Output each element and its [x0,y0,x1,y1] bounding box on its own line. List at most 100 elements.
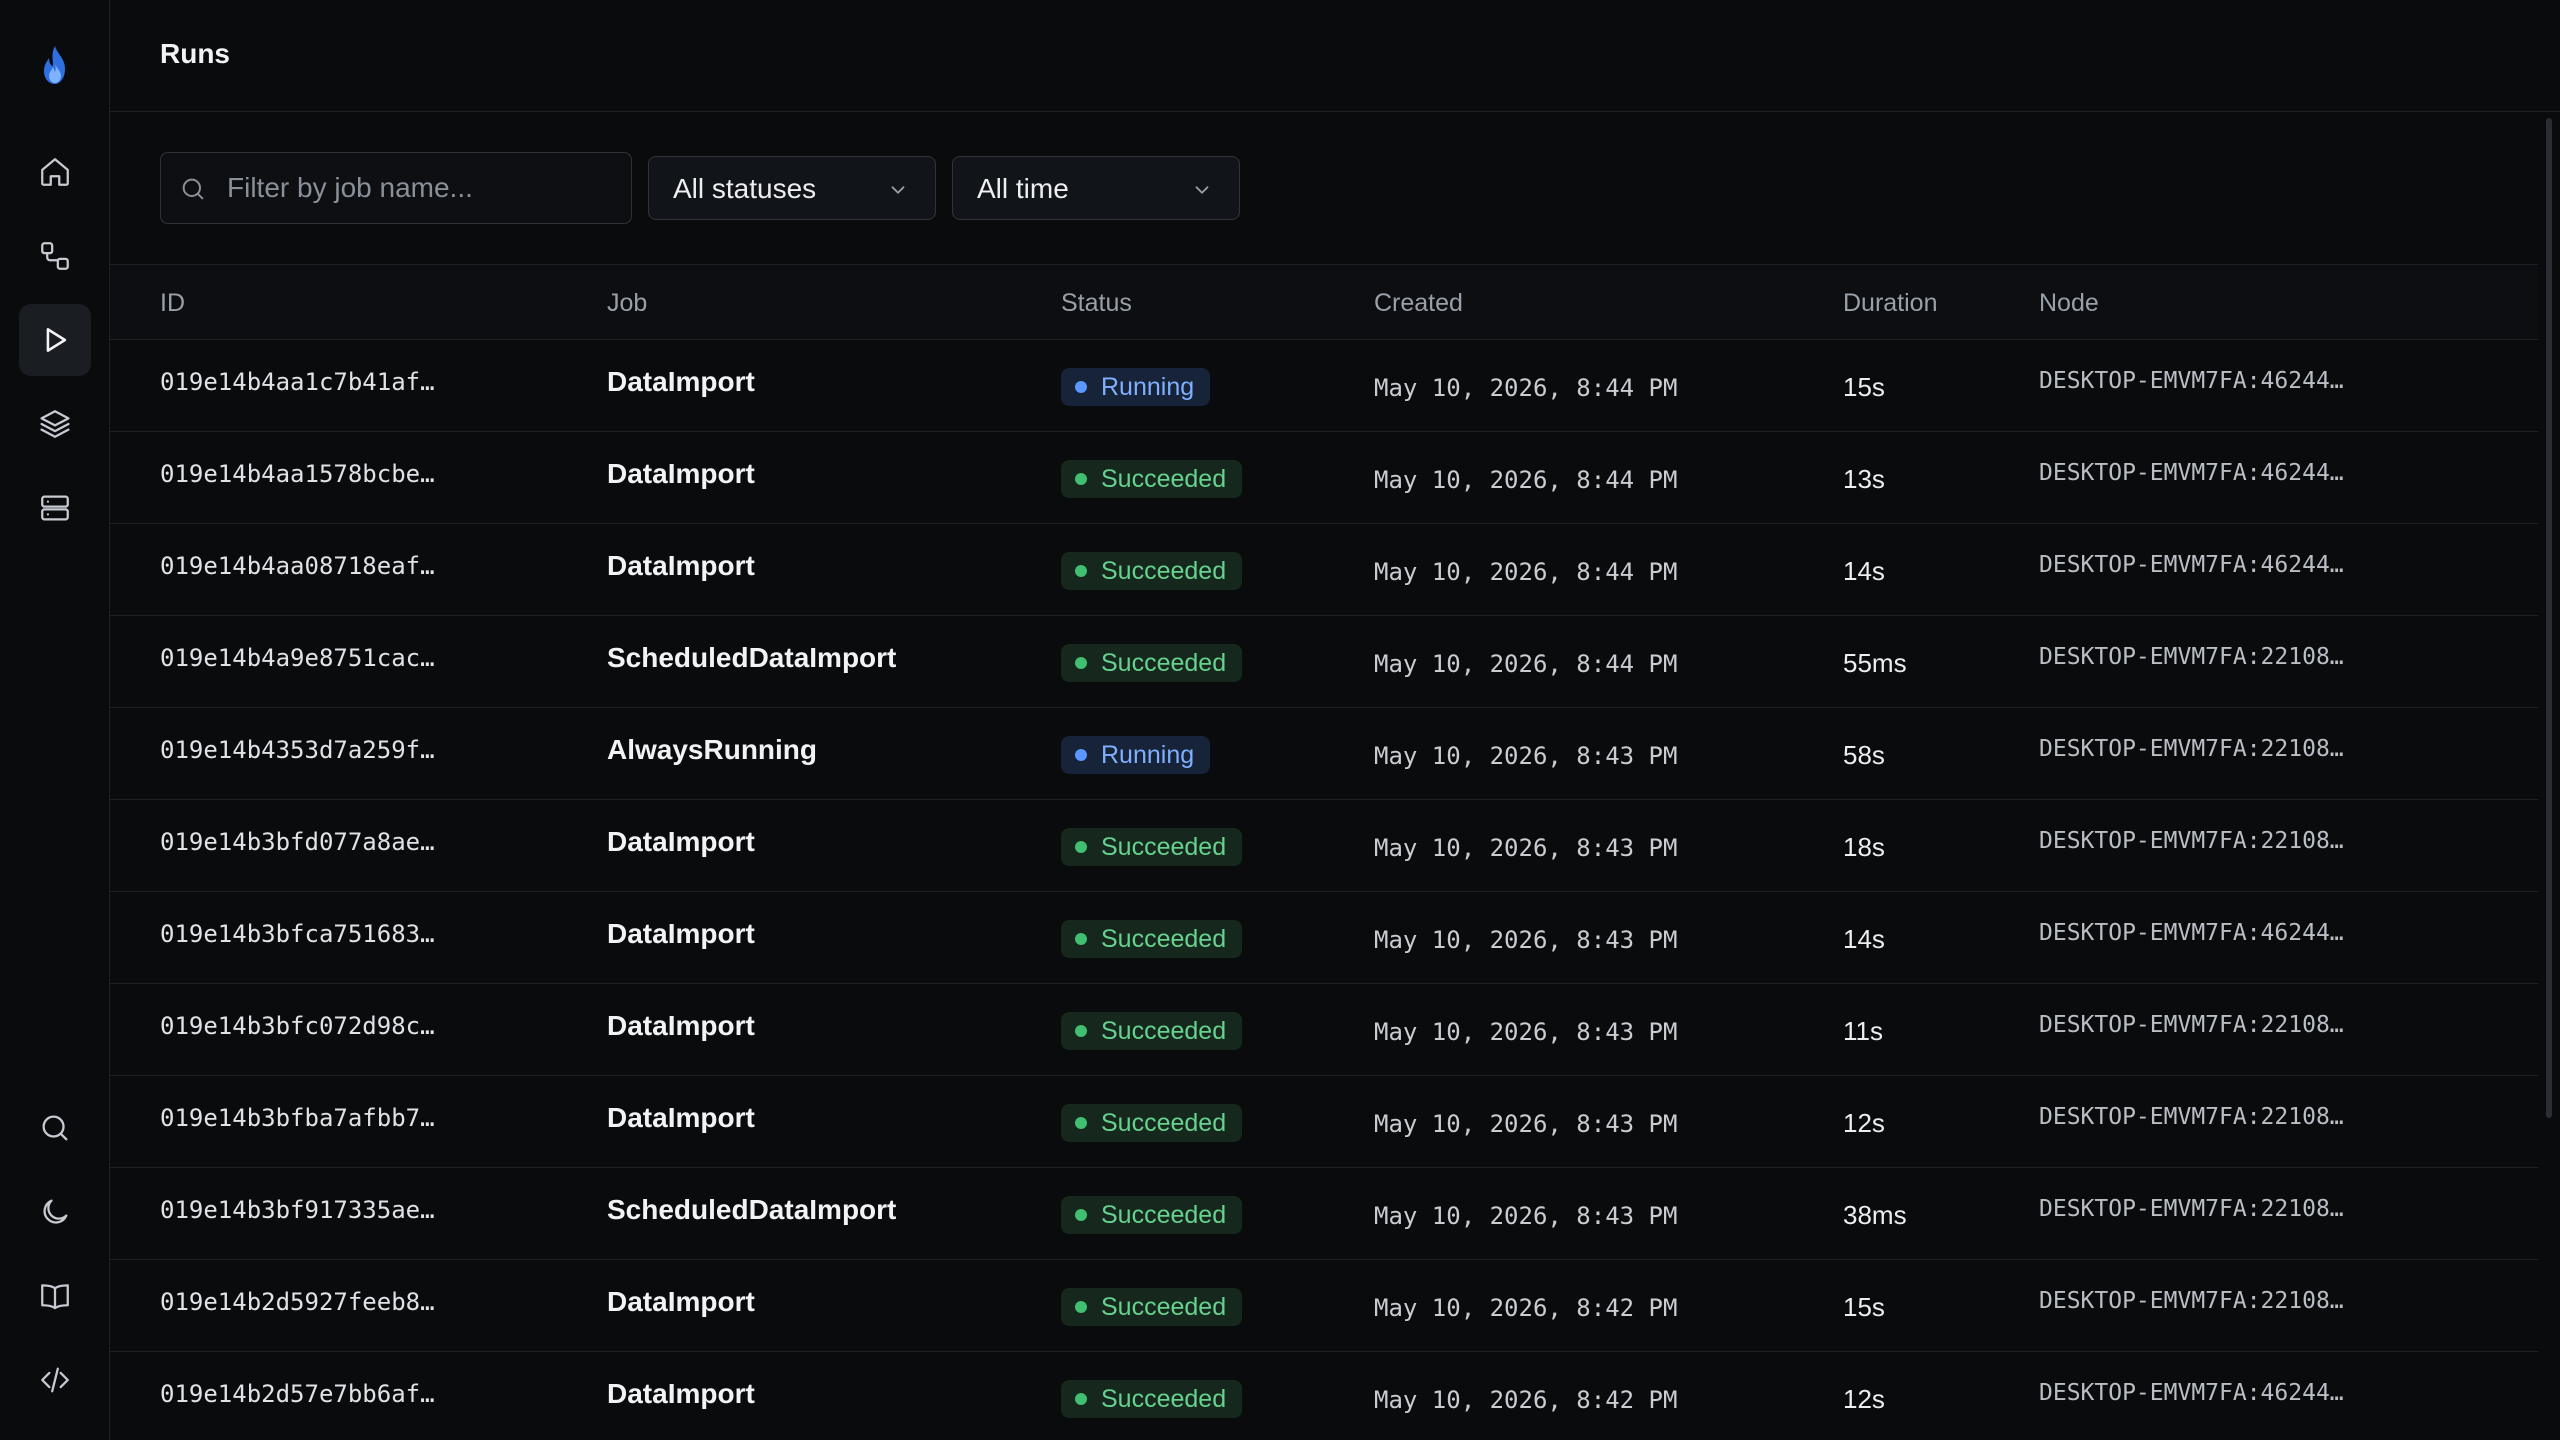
sidebar-item-runs[interactable] [19,304,91,376]
table-row[interactable]: 019e14b4353d7a259f… AlwaysRunning Running M… [110,708,2538,800]
top-bar: Runs [110,0,2560,112]
run-id[interactable]: 019e14b3bfd077a8ae… [160,828,435,856]
run-id[interactable]: 019e14b3bfba7afbb7… [160,1104,435,1132]
table-row[interactable]: 019e14b3bfca751683… DataImport Succeeded Ma… [110,892,2538,984]
created-time: May 10, 2026, 8:43 PM [1374,834,1678,862]
status-badge: Succeeded [1061,1196,1243,1234]
server-icon [41,495,69,521]
table-row[interactable]: 019e14b2d57e7bb6af… DataImport Succeeded Ma… [110,1352,2538,1440]
status-cell: Succeeded [1061,1196,1243,1234]
column-header-status[interactable]: Status [1061,289,1132,318]
time-range-select[interactable]: All time [952,156,1240,220]
run-id[interactable]: 019e14b4aa1578bcbe… [160,460,435,488]
run-id[interactable]: 019e14b3bfc072d98c… [160,1012,435,1040]
job-name[interactable]: DataImport [607,918,755,950]
column-header-duration[interactable]: Duration [1843,289,1938,318]
job-name[interactable]: DataImport [607,1102,755,1134]
job-filter-search[interactable] [160,152,632,224]
book-icon [41,1284,69,1310]
column-header-id[interactable]: ID [160,289,185,318]
duration: 18s [1843,832,1885,862]
duration: 38ms [1843,1200,1907,1230]
job-name[interactable]: ScheduledDataImport [607,642,896,674]
node: DESKTOP-EMVM7FA:46244… [2039,460,2344,486]
run-id[interactable]: 019e14b3bfca751683… [160,920,435,948]
job-name[interactable]: DataImport [607,366,755,398]
job-name[interactable]: ScheduledDataImport [607,1194,896,1226]
table-row[interactable]: 019e14b4aa1c7b41af… DataImport Running May … [110,340,2538,432]
run-id[interactable]: 019e14b4aa1c7b41af… [160,368,435,396]
sidebar [0,0,110,1440]
status-label: Succeeded [1101,1200,1227,1229]
status-cell: Succeeded [1061,920,1243,958]
job-name[interactable]: DataImport [607,1378,755,1410]
table-row[interactable]: 019e14b3bf917335ae… ScheduledDataImport Su… [110,1168,2538,1260]
run-id[interactable]: 019e14b3bf917335ae… [160,1196,435,1224]
job-name[interactable]: DataImport [607,458,755,490]
sidebar-item-layers[interactable] [19,388,91,460]
created-time: May 10, 2026, 8:42 PM [1374,1294,1678,1322]
table-row[interactable]: 019e14b4aa08718eaf… DataImport Succeeded Ma… [110,524,2538,616]
status-cell: Succeeded [1061,1012,1243,1050]
status-dot-icon [1075,933,1087,945]
table-row[interactable]: 019e14b3bfba7afbb7… DataImport Succeeded Ma… [110,1076,2538,1168]
status-badge: Succeeded [1061,828,1243,866]
created-time: May 10, 2026, 8:43 PM [1374,742,1678,770]
status-cell: Succeeded [1061,1104,1243,1142]
duration: 15s [1843,372,1885,402]
column-header-job[interactable]: Job [607,289,647,318]
status-label: Running [1101,372,1195,401]
run-id[interactable]: 019e14b2d5927feeb8… [160,1288,435,1316]
table-row[interactable]: 019e14b4aa1578bcbe… DataImport Succeeded Ma… [110,432,2538,524]
flame-logo-icon[interactable] [31,42,79,90]
moon-icon [43,1199,68,1224]
search-icon [42,1115,68,1141]
sidebar-search-button[interactable] [19,1092,91,1164]
table-row[interactable]: 019e14b4a9e8751cac… ScheduledDataImport Su… [110,616,2538,708]
run-id[interactable]: 019e14b4353d7a259f… [160,736,435,764]
job-name[interactable]: AlwaysRunning [607,734,817,766]
node: DESKTOP-EMVM7FA:22108… [2039,828,2344,854]
job-name[interactable]: DataImport [607,550,755,582]
duration: 55ms [1843,648,1907,678]
job-name[interactable]: DataImport [607,1286,755,1318]
status-badge: Succeeded [1061,552,1243,590]
table-row[interactable]: 019e14b2d5927feeb8… DataImport Succeeded Ma… [110,1260,2538,1352]
workflow-icon [41,242,69,270]
status-cell: Succeeded [1061,1288,1243,1326]
created-time: May 10, 2026, 8:43 PM [1374,1018,1678,1046]
status-label: Succeeded [1101,648,1227,677]
status-dot-icon [1075,841,1087,853]
vertical-scrollbar[interactable] [2546,118,2552,1118]
run-id[interactable]: 019e14b2d57e7bb6af… [160,1380,435,1408]
sidebar-item-servers[interactable] [19,472,91,544]
table-row[interactable]: 019e14b3bfc072d98c… DataImport Succeeded Ma… [110,984,2538,1076]
page-title: Runs [160,38,230,69]
theme-toggle-button[interactable] [19,1176,91,1248]
duration: 15s [1843,1292,1885,1322]
status-cell: Running [1061,368,1211,406]
status-badge: Succeeded [1061,1104,1243,1142]
api-button[interactable] [19,1344,91,1416]
status-label: Succeeded [1101,1292,1227,1321]
node: DESKTOP-EMVM7FA:22108… [2039,1104,2344,1130]
column-header-node[interactable]: Node [2039,289,2099,318]
status-label: Succeeded [1101,464,1227,493]
docs-button[interactable] [19,1260,91,1332]
job-name[interactable]: DataImport [607,1010,755,1042]
status-badge: Succeeded [1061,644,1243,682]
sidebar-item-home[interactable] [19,136,91,208]
run-id[interactable]: 019e14b4a9e8751cac… [160,644,435,672]
status-dot-icon [1075,657,1087,669]
column-header-created[interactable]: Created [1374,289,1463,318]
status-label: Succeeded [1101,1108,1227,1137]
run-id[interactable]: 019e14b4aa08718eaf… [160,552,435,580]
node: DESKTOP-EMVM7FA:22108… [2039,1012,2344,1038]
job-name[interactable]: DataImport [607,826,755,858]
table-row[interactable]: 019e14b3bfd077a8ae… DataImport Succeeded Ma… [110,800,2538,892]
sidebar-item-jobs[interactable] [19,220,91,292]
status-select[interactable]: All statuses [648,156,936,220]
duration: 12s [1843,1108,1885,1138]
time-range-select-value: All time [977,173,1069,204]
job-filter-input[interactable] [225,153,615,223]
